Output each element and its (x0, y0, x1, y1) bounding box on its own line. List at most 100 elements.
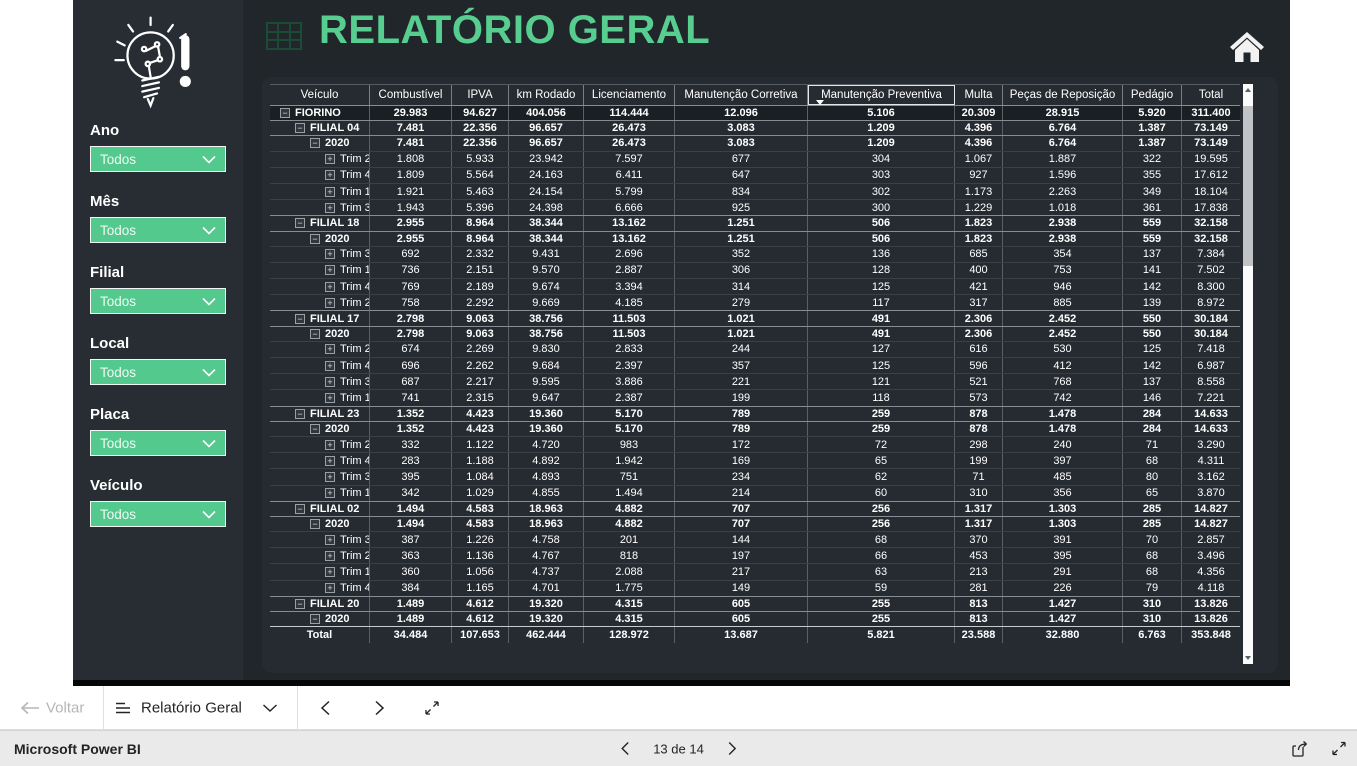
column-header-9[interactable]: Pedágio (1123, 85, 1182, 105)
collapse-icon[interactable]: − (295, 314, 305, 324)
cell-value: 71 (1123, 437, 1182, 452)
expand-icon[interactable]: + (325, 456, 335, 466)
collapse-icon[interactable]: − (295, 123, 305, 133)
expand-icon[interactable]: + (325, 249, 335, 259)
exit-fullscreen-icon[interactable] (1331, 741, 1347, 757)
home-icon[interactable] (1229, 30, 1265, 64)
expand-icon[interactable]: + (325, 282, 335, 292)
cell-value: 13.687 (675, 627, 808, 643)
expand-icon[interactable]: + (325, 393, 335, 403)
cell-value: 1.021 (675, 327, 808, 341)
collapse-icon[interactable]: − (280, 108, 290, 118)
column-header-3[interactable]: km Rodado (509, 85, 584, 105)
collapse-icon[interactable]: − (310, 614, 320, 624)
expand-icon[interactable]: + (325, 567, 335, 577)
expand-icon[interactable]: + (325, 298, 335, 308)
table-row: +Trim 11.9215.46324.1545.7998343021.1732… (270, 184, 1240, 200)
cell-value: 14.633 (1182, 422, 1240, 436)
back-arrow-icon[interactable] (20, 701, 40, 715)
filter-dropdown-veiculo[interactable]: Todos (90, 501, 226, 527)
report-page-selector[interactable]: Relatório Geral (141, 699, 242, 716)
cell-value: 9.063 (452, 327, 509, 341)
expand-icon[interactable]: + (325, 551, 335, 561)
expand-icon[interactable]: + (325, 203, 335, 213)
scrollbar-up-icon[interactable] (1245, 88, 1251, 92)
column-header-7[interactable]: Multa (955, 85, 1003, 105)
report-canvas: AnoTodosMêsTodosFilialTodosLocalTodosPla… (73, 0, 1290, 686)
table-scrollbar[interactable] (1243, 84, 1253, 664)
chevron-down-icon[interactable] (262, 703, 278, 713)
table-header-row: VeículoCombustívelIPVAkm RodadoLicenciam… (270, 84, 1240, 106)
row-label: Trim 1 (340, 264, 370, 276)
cell-value: 834 (675, 184, 808, 199)
filter-dropdown-placa[interactable]: Todos (90, 430, 226, 456)
collapse-icon[interactable]: − (310, 138, 320, 148)
table-row: +Trim 42831.1884.8921.94216965199397684.… (270, 453, 1240, 469)
cell-value: 751 (584, 469, 675, 484)
collapse-icon[interactable]: − (310, 234, 320, 244)
column-header-10[interactable]: Total (1182, 85, 1240, 105)
next-page-icon[interactable] (728, 742, 737, 756)
chevron-right-icon[interactable] (374, 700, 385, 716)
cell-value: 7.384 (1182, 247, 1240, 262)
column-header-1[interactable]: Combustível (370, 85, 452, 105)
cell-value: 813 (955, 597, 1003, 611)
expand-icon[interactable]: + (325, 377, 335, 387)
filter-dropdown-local[interactable]: Todos (90, 359, 226, 385)
expand-icon[interactable]: + (325, 154, 335, 164)
filter-dropdown-filial[interactable]: Todos (90, 288, 226, 314)
column-header-0[interactable]: Veículo (270, 85, 370, 105)
prev-page-icon[interactable] (620, 742, 629, 756)
scrollbar-thumb[interactable] (1243, 106, 1253, 266)
cell-value: 596 (955, 358, 1003, 373)
expand-icon[interactable]: + (325, 361, 335, 371)
collapse-icon[interactable]: − (310, 519, 320, 529)
collapse-icon[interactable]: − (310, 424, 320, 434)
column-header-4[interactable]: Licenciamento (584, 85, 675, 105)
dropdown-chevron-icon (202, 439, 216, 448)
column-header-2[interactable]: IPVA (452, 85, 509, 105)
expand-icon[interactable]: + (325, 170, 335, 180)
cell-value: 4.892 (509, 453, 584, 468)
cell-value: 1.887 (1003, 152, 1123, 167)
expand-icon[interactable]: + (325, 472, 335, 482)
expand-icon[interactable]: + (325, 583, 335, 593)
collapse-icon[interactable]: − (295, 599, 305, 609)
expand-icon[interactable]: + (325, 488, 335, 498)
expand-icon[interactable]: + (325, 265, 335, 275)
column-header-6[interactable]: Manutenção Preventiva (808, 85, 955, 105)
collapse-icon[interactable]: − (310, 329, 320, 339)
chevron-left-icon[interactable] (320, 700, 331, 716)
page-navigation: 13 de 14 (620, 741, 737, 756)
filter-dropdown-ano[interactable]: Todos (90, 146, 226, 172)
cell-value: 7.597 (584, 152, 675, 167)
share-icon[interactable] (1291, 740, 1309, 757)
filter-label-placa: Placa (90, 406, 226, 424)
cell-value: 2.332 (452, 247, 509, 262)
expand-icon[interactable]: + (325, 535, 335, 545)
expand-icon[interactable]: + (325, 440, 335, 450)
cell-value: 758 (370, 295, 452, 310)
fit-to-page-icon[interactable] (424, 700, 440, 716)
collapse-icon[interactable]: − (295, 504, 305, 514)
collapse-icon[interactable]: − (295, 409, 305, 419)
cell-value: 400 (955, 263, 1003, 278)
back-button[interactable]: Voltar (46, 699, 84, 716)
scrollbar-down-icon[interactable] (1245, 656, 1251, 660)
cell-value: 2.696 (584, 247, 675, 262)
cell-value: 139 (1123, 295, 1182, 310)
cell-value: 2.151 (452, 263, 509, 278)
cell-value: 813 (955, 612, 1003, 626)
collapse-icon[interactable]: − (295, 218, 305, 228)
cell-value: 2.306 (955, 311, 1003, 325)
column-header-8[interactable]: Peças de Reposição (1003, 85, 1123, 105)
filter-dropdown-mes[interactable]: Todos (90, 217, 226, 243)
page-list-icon[interactable] (115, 701, 131, 715)
expand-icon[interactable]: + (325, 344, 335, 354)
cell-value: 1.209 (808, 121, 955, 135)
matrix-table: VeículoCombustívelIPVAkm RodadoLicenciam… (270, 84, 1240, 643)
filter-label-veiculo: Veículo (90, 477, 226, 495)
cell-value: 4.758 (509, 532, 584, 547)
expand-icon[interactable]: + (325, 187, 335, 197)
column-header-5[interactable]: Manutenção Corretiva (675, 85, 808, 105)
